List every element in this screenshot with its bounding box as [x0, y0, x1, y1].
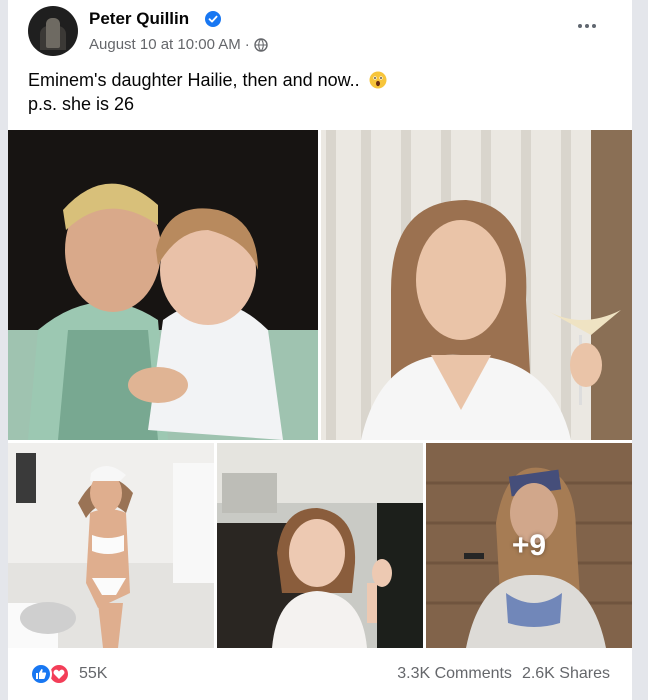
- photo-child[interactable]: [217, 443, 423, 648]
- avatar[interactable]: [28, 6, 78, 56]
- post-card: Peter Quillin August 10 at 10:00 AM · Em…: [8, 0, 632, 700]
- post-text: Eminem's daughter Hailie, then and now..…: [28, 68, 387, 116]
- author-name[interactable]: Peter Quillin: [89, 9, 189, 29]
- photo-then[interactable]: [8, 130, 318, 440]
- more-options-button[interactable]: [574, 16, 600, 36]
- astonished-face-icon: [369, 71, 387, 89]
- dot-icon: [578, 24, 582, 28]
- meta-separator: ·: [244, 36, 250, 53]
- photo-more[interactable]: +9: [426, 443, 632, 648]
- photo-bathroom[interactable]: [8, 443, 214, 648]
- dot-icon: [585, 24, 589, 28]
- post-footer: 55K 3.3K Comments 2.6K Shares: [8, 656, 632, 696]
- photo-now[interactable]: [321, 130, 632, 440]
- engagement-stats: 3.3K Comments 2.6K Shares: [397, 665, 610, 683]
- reactions-summary[interactable]: 55K: [30, 663, 107, 685]
- reaction-count: 55K: [79, 665, 108, 682]
- comments-count-link[interactable]: 3.3K Comments: [397, 665, 512, 683]
- shares-count-link[interactable]: 2.6K Shares: [522, 665, 610, 683]
- photo-bathroom-image: [8, 443, 214, 648]
- photo-grid: +9: [8, 130, 632, 648]
- post-meta: August 10 at 10:00 AM ·: [89, 36, 268, 53]
- like-reaction-icon: [30, 663, 52, 685]
- photo-then-image: [8, 130, 318, 440]
- post-header: Peter Quillin August 10 at 10:00 AM ·: [8, 0, 632, 62]
- photo-child-image: [217, 443, 423, 648]
- more-photos-count: +9: [426, 443, 632, 648]
- verified-badge-icon: [205, 11, 221, 27]
- dot-icon: [592, 24, 596, 28]
- post-text-line2: p.s. she is 26: [28, 94, 135, 114]
- globe-icon: [254, 37, 268, 52]
- post-text-line1: Eminem's daughter Hailie, then and now..: [28, 70, 360, 90]
- post-timestamp[interactable]: August 10 at 10:00 AM: [89, 36, 241, 53]
- photo-now-image: [321, 130, 632, 440]
